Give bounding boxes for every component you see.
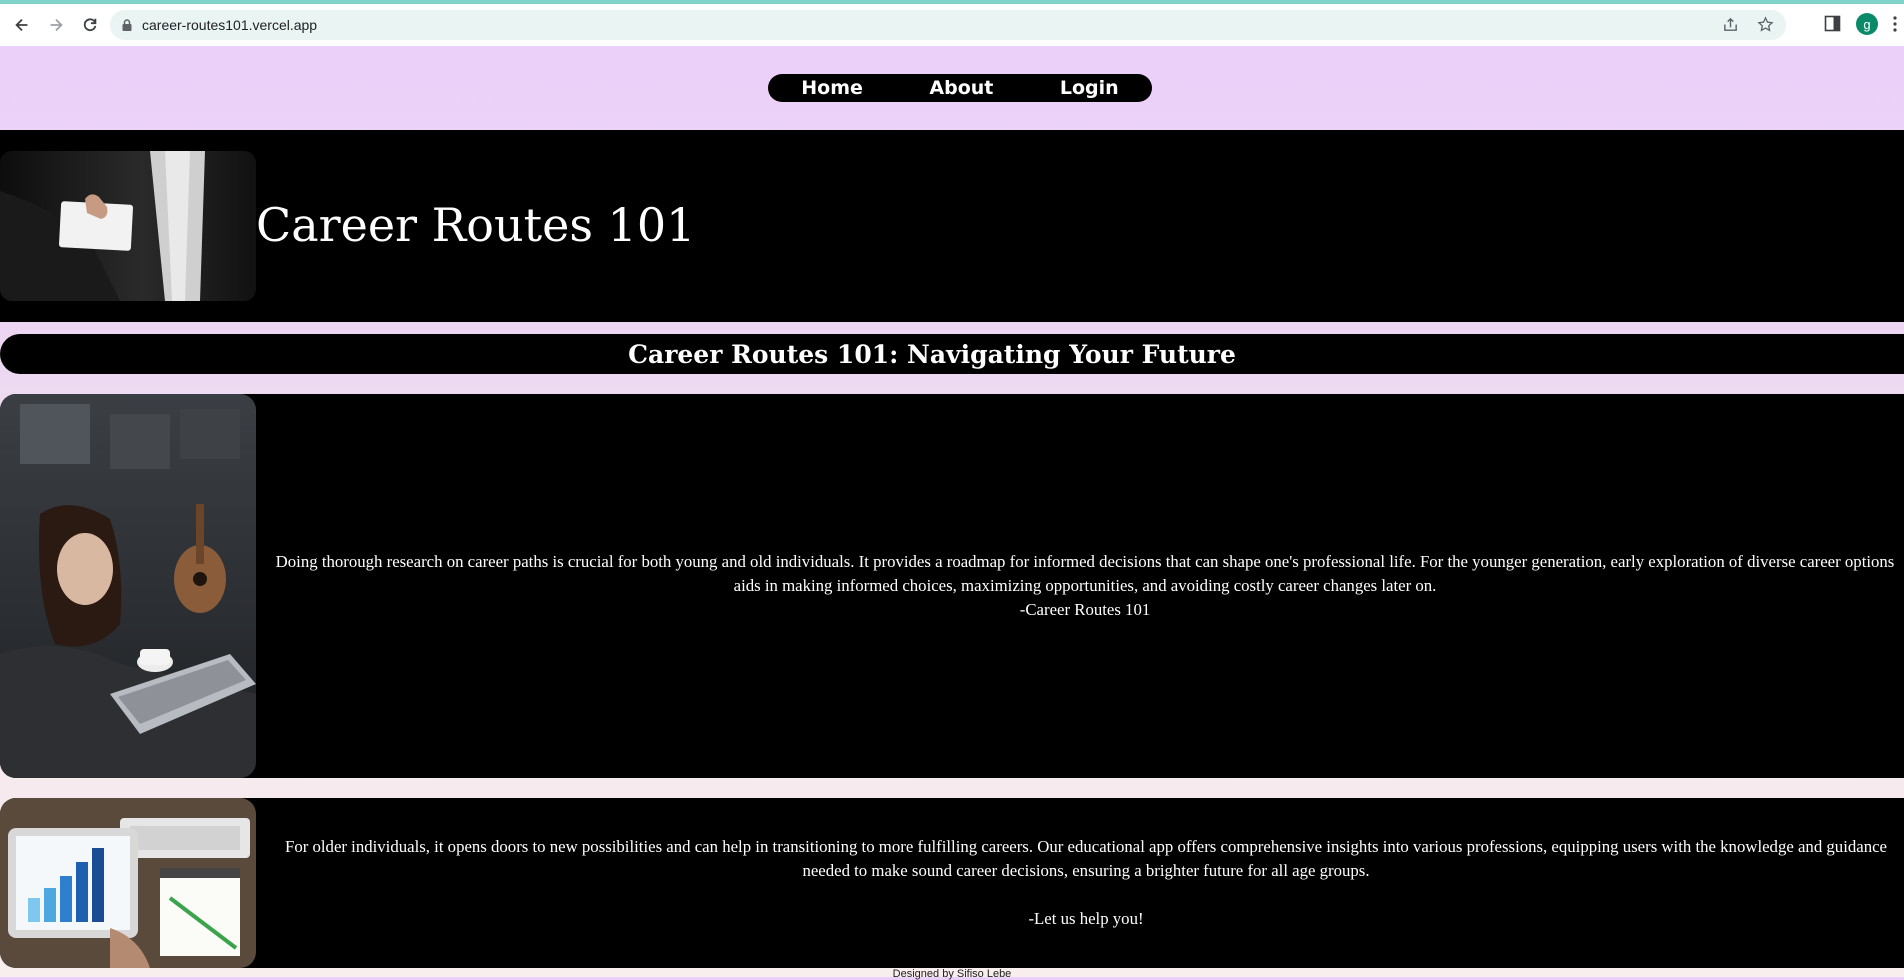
info-paragraph: For older individuals, it opens doors to… [285, 837, 1887, 880]
businessman-card-image [0, 151, 256, 301]
share-icon[interactable] [1722, 16, 1739, 33]
hero-title: Career Routes 101 [256, 198, 696, 252]
lock-icon [122, 19, 132, 31]
back-icon[interactable] [10, 13, 34, 37]
info-section-young: Doing thorough research on career paths … [0, 394, 1904, 778]
tablet-chart-image [0, 798, 256, 968]
tagline-banner: Career Routes 101: Navigating Your Futur… [0, 334, 1904, 374]
footer-credit: Designed by Sifiso Lebe [892, 968, 1012, 980]
menu-kebab-icon[interactable] [1892, 15, 1898, 33]
info-signature: -Let us help you! [1028, 909, 1144, 928]
nav-login-link[interactable]: Login [1060, 77, 1119, 99]
browser-toolbar: career-routes101.vercel.app g [0, 0, 1904, 46]
woman-laptop-image [0, 394, 256, 778]
bookmark-star-icon[interactable] [1757, 16, 1774, 33]
info-signature: -Career Routes 101 [1019, 600, 1151, 619]
info-text-young: Doing thorough research on career paths … [256, 394, 1904, 778]
url-text: career-routes101.vercel.app [142, 17, 318, 33]
banner-title: Career Routes 101: Navigating Your Futur… [628, 339, 1236, 369]
address-bar[interactable]: career-routes101.vercel.app [110, 10, 1786, 40]
forward-icon[interactable] [44, 13, 68, 37]
info-paragraph: Doing thorough research on career paths … [275, 552, 1895, 595]
reload-icon[interactable] [78, 13, 102, 37]
hero-section: Career Routes 101 [0, 130, 1904, 322]
site-nav: Home About Login [768, 74, 1152, 102]
info-text-older: For older individuals, it opens doors to… [256, 798, 1904, 968]
nav-about-link[interactable]: About [929, 77, 993, 99]
info-spacer [1084, 883, 1088, 907]
nav-home-link[interactable]: Home [801, 77, 863, 99]
info-section-older: For older individuals, it opens doors to… [0, 798, 1904, 968]
side-panel-icon[interactable] [1824, 15, 1841, 32]
profile-avatar[interactable]: g [1856, 13, 1878, 35]
